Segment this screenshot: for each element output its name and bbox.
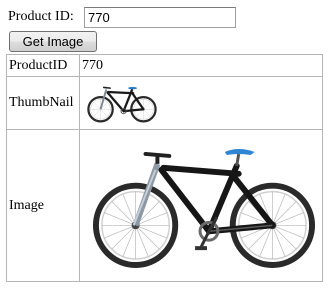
bike-thumbnail-image [87, 86, 157, 123]
table-row: ThumbNail [6, 76, 323, 130]
get-image-button[interactable]: Get Image [9, 31, 97, 52]
table-row: ProductID 770 [6, 54, 323, 77]
image-cell [79, 129, 323, 282]
image-label-cell: Image [6, 129, 80, 282]
bike-large-image [92, 148, 316, 268]
product-id-label: Product ID: [8, 9, 74, 24]
productid-value-cell: 770 [79, 54, 323, 77]
product-id-input[interactable] [84, 7, 236, 28]
productid-label-cell: ProductID [6, 54, 80, 77]
table-row: Image [6, 129, 323, 282]
thumbnail-cell [79, 76, 323, 130]
product-table: ProductID 770 ThumbNail Image [6, 54, 323, 282]
thumbnail-label-cell: ThumbNail [6, 76, 80, 130]
productid-value: 770 [82, 57, 103, 73]
product-id-row: Product ID: [8, 6, 74, 28]
